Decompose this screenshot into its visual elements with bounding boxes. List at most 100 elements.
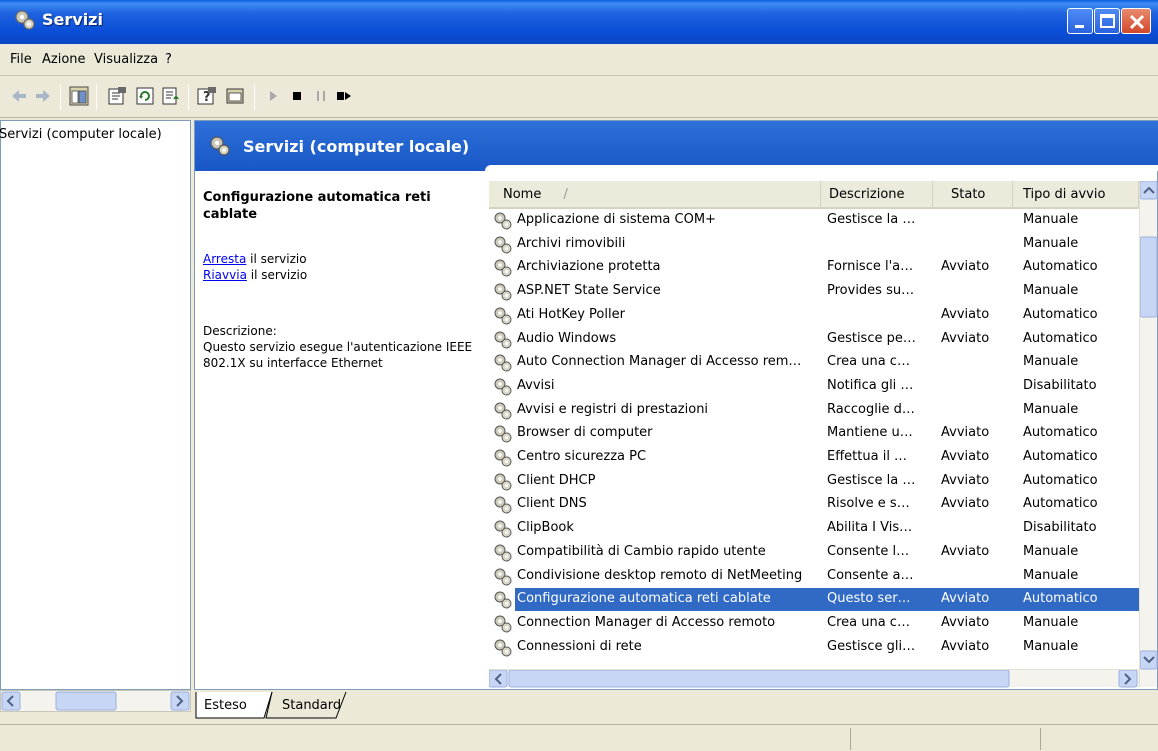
help-icon[interactable]: ?	[196, 85, 218, 107]
horizontal-scrollbar-parts	[488, 669, 1138, 688]
menu-azione[interactable]: Azione	[42, 52, 86, 67]
list-vertical-scrollbar[interactable]	[1139, 180, 1158, 687]
table-row[interactable]: Condivisione desktop remoto di NetMeetin…	[489, 565, 1139, 589]
row-startup-type: Disabilitato	[1023, 377, 1097, 393]
row-startup-type: Manuale	[1023, 283, 1079, 299]
minimize-button[interactable]	[1067, 8, 1093, 34]
tab-standard[interactable]: Standard	[282, 693, 341, 719]
row-name: Applicazione di sistema COM+	[517, 212, 716, 227]
description-text: Questo servizio esegue l'autenticazione …	[203, 340, 473, 370]
service-description-panel: Configurazione automatica reti cablate A…	[195, 171, 485, 691]
row-name: Connection Manager di Accesso remoto	[517, 614, 776, 630]
gear-icon	[494, 236, 512, 254]
table-row[interactable]: Audio Windows Gestisce pe… Avviato Automati…	[489, 328, 1139, 352]
row-description: Notifica gli …	[827, 377, 914, 393]
table-row[interactable]: ASP.NET State Service Provides su… Manuale	[489, 280, 1139, 304]
back-arrow-icon[interactable]	[8, 85, 30, 107]
row-startup-type: Automatico	[1023, 330, 1098, 346]
row-description: Crea una c…	[827, 614, 910, 630]
table-row[interactable]: Connessioni di rete Gestisce gli… Avviato M…	[489, 636, 1139, 660]
row-startup-type: Manuale	[1023, 614, 1079, 630]
row-startup-type: Manuale	[1023, 567, 1079, 583]
table-row[interactable]: Configurazione automatica reti cablate Qu…	[489, 588, 1139, 612]
table-row[interactable]: Browser di computer Mantiene u… Avviato Aut…	[489, 422, 1139, 446]
row-name: Auto Connection Manager di Accesso rem…	[517, 354, 802, 370]
maximize-icon	[1100, 14, 1115, 28]
close-icon	[1129, 14, 1145, 30]
title-bar[interactable]: Servizi	[0, 0, 1158, 44]
column-header-description[interactable]: Descrizione	[821, 181, 933, 209]
column-header-name[interactable]: Nome /	[489, 181, 821, 209]
table-row[interactable]: Client DNS Risolve e s… Avviato Automatico	[489, 493, 1139, 517]
tree-item-services-local[interactable]: Servizi (computer locale)	[0, 127, 162, 142]
status-segment	[850, 728, 1040, 750]
column-header-startup-type[interactable]: Tipo di avvio	[1013, 181, 1139, 209]
gear-icon	[494, 544, 512, 562]
table-row[interactable]: Centro sicurezza PC Effettua il … Avviato A…	[489, 446, 1139, 470]
table-row[interactable]: Compatibilità di Cambio rapido utente Con…	[489, 541, 1139, 565]
row-status: Avviato	[941, 591, 990, 607]
stop-icon[interactable]	[286, 85, 308, 107]
row-name: Compatibilità di Cambio rapido utente	[517, 543, 766, 559]
row-status: Avviato	[941, 425, 990, 441]
table-row[interactable]: Client DHCP Gestisce la … Avviato Automatic…	[489, 470, 1139, 494]
column-header-status[interactable]: Stato	[933, 181, 1013, 209]
play-icon[interactable]	[262, 85, 284, 107]
table-row[interactable]: ClipBook Abilita I Vis… Disabilitato	[489, 517, 1139, 541]
minimize-icon	[1075, 25, 1084, 28]
table-row[interactable]: Ati HotKey Poller Avviato Automatico	[489, 304, 1139, 328]
forward-arrow-icon[interactable]	[32, 85, 54, 107]
row-startup-type: Automatico	[1023, 449, 1098, 464]
table-row[interactable]: Connection Manager di Accesso remoto Crea…	[489, 612, 1139, 636]
gear-icon	[494, 259, 512, 277]
table-row[interactable]: Applicazione di sistema COM+ Gestisce la …	[489, 209, 1139, 233]
menu-bar: File Azione Visualizza ?	[0, 44, 1158, 76]
gear-icon	[494, 473, 512, 491]
pause-icon[interactable]	[310, 85, 332, 107]
row-description: Mantiene u…	[827, 425, 913, 441]
table-row[interactable]: Avvisi Notifica gli … Disabilitato	[489, 375, 1139, 399]
row-name: Condivisione desktop remoto di NetMeetin…	[517, 567, 803, 583]
row-description: Effettua il …	[827, 449, 908, 464]
export-list-icon[interactable]	[160, 85, 182, 107]
row-name: Browser di computer	[517, 425, 653, 441]
row-description: Gestisce la …	[827, 472, 916, 488]
table-row[interactable]: Archivi rimovibili Manuale	[489, 233, 1139, 257]
row-startup-type: Automatico	[1023, 591, 1098, 607]
menu-visualizza[interactable]: Visualizza	[94, 52, 158, 67]
close-button[interactable]	[1121, 8, 1151, 34]
console-icon[interactable]	[224, 85, 246, 107]
refresh-icon[interactable]	[134, 85, 156, 107]
gear-icon	[494, 496, 512, 514]
table-row[interactable]: Archiviazione protetta Fornisce l'a… Avvia…	[489, 256, 1139, 280]
row-startup-type: Automatico	[1023, 472, 1098, 488]
restart-service-link[interactable]: Riavvia	[203, 268, 247, 282]
restart-icon[interactable]	[332, 85, 354, 107]
gear-icon	[494, 378, 512, 396]
row-startup-type: Manuale	[1023, 354, 1079, 370]
gear-icon	[494, 354, 512, 372]
row-startup-type: Automatico	[1023, 496, 1098, 512]
row-status: Avviato	[941, 306, 990, 322]
details-header: Servizi (computer locale)	[195, 121, 1158, 171]
description-label: Descrizione:	[203, 324, 277, 338]
table-row[interactable]: Avvisi e registri di prestazioni Raccogli…	[489, 399, 1139, 423]
tree-horizontal-scrollbar[interactable]	[0, 690, 191, 712]
tab-esteso[interactable]: Esteso	[204, 693, 247, 719]
window-title: Servizi	[42, 10, 103, 29]
row-startup-type: Automatico	[1023, 259, 1098, 275]
menu-file[interactable]: File	[10, 52, 32, 67]
row-startup-type: Disabilitato	[1023, 520, 1097, 536]
row-name: Avvisi	[517, 377, 555, 393]
row-startup-type: Manuale	[1023, 543, 1079, 559]
show-hide-tree-icon[interactable]	[68, 85, 90, 107]
list-horizontal-scrollbar[interactable]	[488, 669, 1139, 688]
service-actions: Arresta il servizio Riavvia il servizio	[203, 251, 307, 283]
menu-help[interactable]: ?	[165, 52, 172, 67]
stop-service-link[interactable]: Arresta	[203, 252, 246, 266]
properties-icon[interactable]	[106, 85, 128, 107]
table-row[interactable]: Auto Connection Manager di Accesso rem… C…	[489, 351, 1139, 375]
gear-icon	[494, 520, 512, 538]
maximize-button[interactable]	[1094, 8, 1120, 34]
row-name: ASP.NET State Service	[517, 283, 661, 299]
